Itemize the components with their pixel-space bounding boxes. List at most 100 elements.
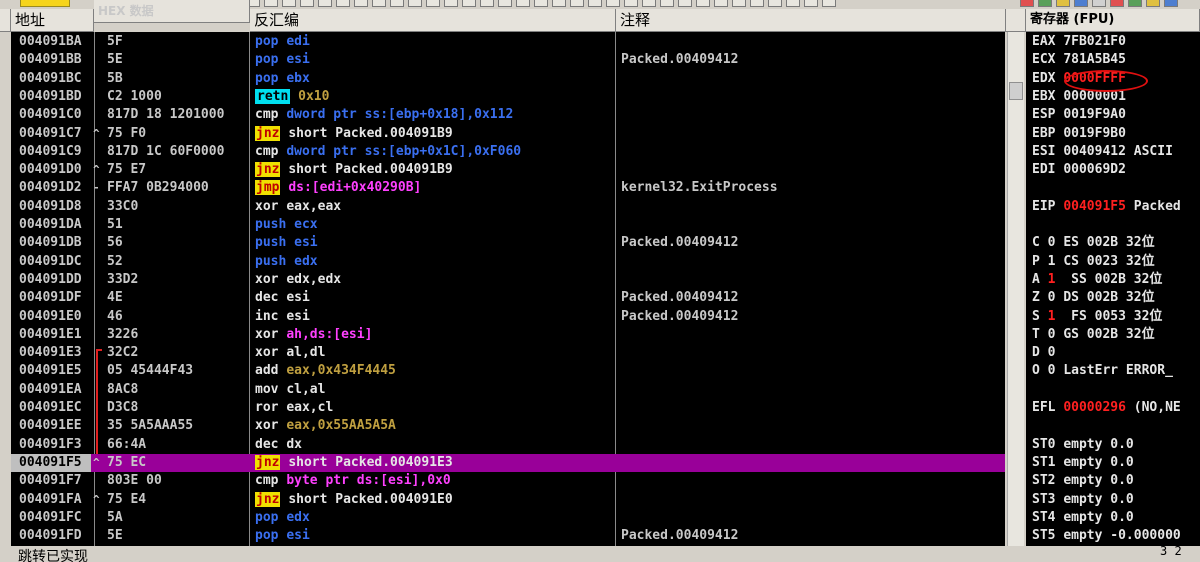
register-row[interactable]: ST1 empty 0.0 <box>1026 454 1200 472</box>
toolbar-button[interactable] <box>498 0 512 7</box>
toolbar-button[interactable] <box>1110 0 1124 7</box>
register-row[interactable]: EIP 004091F5 Packed <box>1026 198 1200 216</box>
register-row[interactable]: A 1 SS 002B 32位 <box>1026 271 1200 289</box>
toolbar-button[interactable] <box>336 0 350 7</box>
header-comment[interactable]: 注释 <box>616 9 1006 32</box>
instruction-row[interactable]: 004091EA 8AC8 mov cl,al <box>11 381 1005 399</box>
toolbar-button[interactable] <box>678 0 692 7</box>
disasm-scrollbar[interactable] <box>1007 32 1024 546</box>
instruction-row[interactable]: 004091DD 33D2 xor edx,edx <box>11 271 1005 289</box>
toolbar-button[interactable] <box>606 0 620 7</box>
toolbar-button[interactable] <box>426 0 440 7</box>
toolbar-button[interactable] <box>282 0 296 7</box>
scrollbar-thumb[interactable] <box>1009 82 1023 100</box>
toolbar-button[interactable] <box>318 0 332 7</box>
toolbar-button[interactable] <box>768 0 782 7</box>
header-registers[interactable]: 寄存器 (FPU) <box>1026 9 1200 32</box>
register-row[interactable]: ST5 empty -0.000000 <box>1026 527 1200 545</box>
register-row[interactable]: S 1 FS 0053 32位 <box>1026 308 1200 326</box>
instruction-row[interactable]: 004091BB 5E pop esi Packed.00409412 <box>11 51 1005 69</box>
toolbar-button[interactable] <box>264 0 278 7</box>
instruction-row[interactable]: 004091D2- FFA7 0B294000 jmp ds:[edi+0x4029… <box>11 179 1005 197</box>
instruction-row[interactable]: 004091EC D3C8 ror eax,cl <box>11 399 1005 417</box>
register-row[interactable]: ESP 0019F9A0 <box>1026 106 1200 124</box>
instruction-row[interactable]: 004091F3 66:4A dec dx <box>11 436 1005 454</box>
register-row[interactable] <box>1026 216 1200 234</box>
register-row[interactable] <box>1026 417 1200 435</box>
toolbar-button[interactable] <box>714 0 728 7</box>
toolbar-button[interactable] <box>20 0 70 7</box>
instruction-row[interactable]: 004091D0 ^ 75 E7 jnz short Packed.004091B9 <box>11 161 1005 179</box>
toolbar-button[interactable] <box>354 0 368 7</box>
header-hex[interactable]: HEX 数据 <box>94 0 250 23</box>
instruction-row[interactable]: 004091E5 05 45444F43 add eax,0x434F4445 <box>11 362 1005 380</box>
toolbar-button[interactable] <box>732 0 746 7</box>
register-row[interactable]: ECX 781A5B45 <box>1026 51 1200 69</box>
disassembly-pane[interactable]: 004091BA 5F pop edi 004091BB 5E pop esi Packed… <box>11 32 1005 546</box>
register-row[interactable]: T 0 GS 002B 32位 <box>1026 326 1200 344</box>
register-row[interactable]: ST3 empty 0.0 <box>1026 491 1200 509</box>
toolbar-button[interactable] <box>804 0 818 7</box>
instruction-row[interactable]: 004091FC 5A pop edx <box>11 509 1005 527</box>
toolbar-button[interactable] <box>534 0 548 7</box>
register-row[interactable]: ST4 empty 0.0 <box>1026 509 1200 527</box>
register-row[interactable]: EBP 0019F9B0 <box>1026 125 1200 143</box>
registers-pane[interactable]: EAX 7FB021F0 ECX 781A5B45 EDX 0000FFFF EBX … <box>1026 32 1200 546</box>
toolbar-button[interactable] <box>786 0 800 7</box>
instruction-row[interactable]: 004091EE 35 5A5AAA55 xor eax,0x55AA5A5A <box>11 417 1005 435</box>
toolbar-button[interactable] <box>1056 0 1070 7</box>
toolbar-button[interactable] <box>480 0 494 7</box>
toolbar-button[interactable] <box>660 0 674 7</box>
register-row[interactable]: ST2 empty 0.0 <box>1026 472 1200 490</box>
toolbar-button[interactable] <box>372 0 386 7</box>
register-row[interactable]: O 0 LastErr ERROR_ <box>1026 362 1200 380</box>
toolbar-button[interactable] <box>444 0 458 7</box>
header-address[interactable]: 地址 <box>11 9 94 32</box>
toolbar-button[interactable] <box>696 0 710 7</box>
toolbar-button[interactable] <box>1146 0 1160 7</box>
toolbar-button[interactable] <box>390 0 404 7</box>
register-row[interactable]: ST0 empty 0.0 <box>1026 436 1200 454</box>
instruction-row[interactable]: 004091D8 33C0 xor eax,eax <box>11 198 1005 216</box>
instruction-row[interactable]: 004091FD 5E pop esi Packed.00409412 <box>11 527 1005 545</box>
toolbar-button[interactable] <box>462 0 476 7</box>
register-row[interactable]: C 0 ES 002B 32位 <box>1026 234 1200 252</box>
instruction-row[interactable]: 004091DA 51 push ecx <box>11 216 1005 234</box>
instruction-row[interactable]: 004091BD C2 1000 retn 0x10 <box>11 88 1005 106</box>
toolbar-button[interactable] <box>1020 0 1034 7</box>
register-row[interactable]: P 1 CS 0023 32位 <box>1026 253 1200 271</box>
toolbar-button[interactable] <box>624 0 638 7</box>
toolbar-button[interactable] <box>408 0 422 7</box>
register-row[interactable]: EDI 000069D2 <box>1026 161 1200 179</box>
toolbar-button[interactable] <box>1164 0 1178 7</box>
toolbar-button[interactable] <box>822 0 836 7</box>
toolbar-button[interactable] <box>300 0 314 7</box>
instruction-row[interactable]: 004091DB 56 push esi Packed.00409412 <box>11 234 1005 252</box>
instruction-row[interactable]: 004091FA ^ 75 E4 jnz short Packed.004091E0 <box>11 491 1005 509</box>
instruction-row[interactable]: 004091BC 5B pop ebx <box>11 70 1005 88</box>
toolbar-button[interactable] <box>1092 0 1106 7</box>
toolbar-button[interactable] <box>750 0 764 7</box>
instruction-row[interactable]: 004091E1 3226 xor ah,ds:[esi] <box>11 326 1005 344</box>
toolbar-button[interactable] <box>570 0 584 7</box>
register-row[interactable]: EAX 7FB021F0 <box>1026 33 1200 51</box>
instruction-row[interactable]: 004091E0 46 inc esi Packed.00409412 <box>11 308 1005 326</box>
toolbar-button[interactable] <box>516 0 530 7</box>
instruction-row[interactable]: 004091C7 ^ 75 F0 jnz short Packed.004091B9 <box>11 125 1005 143</box>
toolbar-button[interactable] <box>588 0 602 7</box>
toolbar-button[interactable] <box>552 0 566 7</box>
register-row[interactable]: Z 0 DS 002B 32位 <box>1026 289 1200 307</box>
instruction-row[interactable]: 004091DC 52 push edx <box>11 253 1005 271</box>
register-row[interactable]: ESI 00409412 ASCII <box>1026 143 1200 161</box>
instruction-row[interactable]: 004091C0 817D 18 1201000 cmp dword ptr ss:… <box>11 106 1005 124</box>
toolbar-button[interactable] <box>1074 0 1088 7</box>
instruction-row[interactable]: 004091BA 5F pop edi <box>11 33 1005 51</box>
instruction-row[interactable]: 004091DF 4E dec esi Packed.00409412 <box>11 289 1005 307</box>
selected-instruction-row[interactable]: 004091F5 ^ 75 EC jnz short Packed.004091E3 <box>11 453 1005 472</box>
register-row[interactable]: EFL 00000296 (NO,NE <box>1026 399 1200 417</box>
toolbar-button[interactable] <box>1128 0 1142 7</box>
header-disasm[interactable]: 反汇编 <box>250 9 616 32</box>
register-row[interactable] <box>1026 179 1200 197</box>
register-row[interactable]: D 0 <box>1026 344 1200 362</box>
toolbar-button[interactable] <box>642 0 656 7</box>
